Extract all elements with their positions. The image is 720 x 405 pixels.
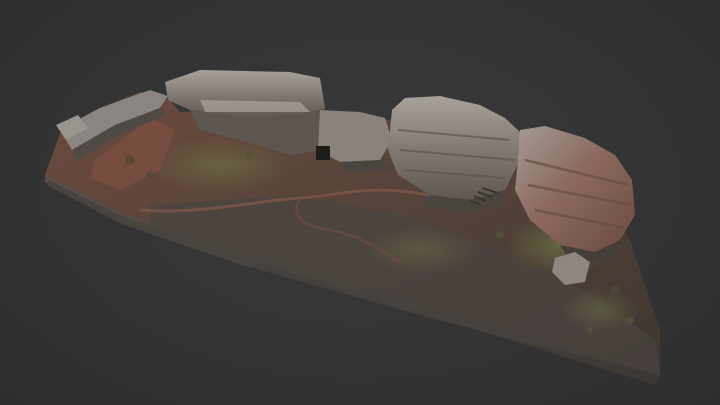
model-viewport[interactable] bbox=[0, 0, 720, 405]
terrain-model[interactable] bbox=[0, 0, 720, 405]
moss-patch bbox=[560, 288, 640, 332]
cave-opening bbox=[316, 146, 330, 160]
